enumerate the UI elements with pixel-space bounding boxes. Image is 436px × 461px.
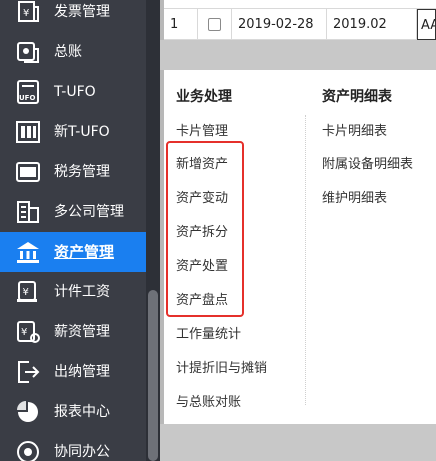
sidebar-item-invoice[interactable]: ¥ 发票管理	[0, 0, 146, 32]
table-row[interactable]: 1 2019-02-28 2019.02 AA	[164, 8, 436, 40]
payroll-icon: ¥	[17, 321, 40, 343]
sidebar-item-t-ufo[interactable]: UFO T-UFO	[0, 72, 146, 112]
collab-icon	[17, 441, 39, 461]
sidebar-item-report-center[interactable]: 报表中心	[0, 392, 146, 432]
new-ufo-icon	[16, 121, 40, 143]
sidebar: ¥ 发票管理 总账 UFO T-UFO 新T-UFO 税务管理 多公司管理 资产…	[0, 0, 160, 461]
tax-icon	[16, 162, 40, 182]
depreciation-amortization-link[interactable]: 计提折旧与摊销	[176, 357, 267, 376]
sidebar-item-multi-company[interactable]: 多公司管理	[0, 192, 146, 232]
ledger-icon	[17, 42, 39, 63]
piecework-icon: ¥	[17, 281, 37, 302]
sidebar-item-label: 薪资管理	[54, 324, 110, 340]
sidebar-item-label: 协同办公	[54, 444, 110, 460]
svg-text:¥: ¥	[23, 8, 29, 19]
sidebar-item-label: 总账	[54, 44, 82, 60]
sidebar-item-ledger[interactable]: 总账	[0, 32, 146, 72]
ledger-reconciliation-link[interactable]: 与总账对账	[176, 391, 241, 410]
sidebar-item-tax[interactable]: 税务管理	[0, 152, 146, 192]
cashier-icon	[18, 361, 40, 383]
sidebar-item-piecework[interactable]: ¥ 计件工资	[0, 272, 146, 312]
sidebar-item-label: 报表中心	[54, 404, 110, 420]
content-frame-band	[160, 40, 436, 70]
maintenance-report-link[interactable]: 维护明细表	[322, 187, 387, 206]
card-detail-report-link[interactable]: 卡片明细表	[322, 120, 387, 139]
sidebar-item-label: 新T-UFO	[54, 124, 110, 140]
multi-company-icon	[17, 201, 39, 223]
sidebar-item-cashier[interactable]: 出纳管理	[0, 352, 146, 392]
business-section-title: 业务处理	[176, 89, 232, 105]
row-period-cell: 2019.02	[327, 9, 417, 40]
svg-text:¥: ¥	[21, 327, 27, 338]
sidebar-item-payroll[interactable]: ¥ 薪资管理	[0, 312, 146, 352]
workload-statistics-link[interactable]: 工作量统计	[176, 323, 241, 342]
content-frame-bottom	[160, 424, 436, 461]
row-extra-cell: AA	[417, 9, 436, 40]
card-management-link[interactable]: 卡片管理	[176, 120, 228, 139]
sidebar-item-label: T-UFO	[54, 84, 96, 100]
report-icon	[17, 401, 38, 422]
details-section-title: 资产明细表	[322, 89, 392, 105]
sidebar-item-label: 税务管理	[54, 164, 110, 180]
sidebar-item-label: 发票管理	[54, 4, 110, 20]
attached-equipment-report-link[interactable]: 附属设备明细表	[322, 153, 413, 172]
row-index-cell: 1	[164, 9, 198, 40]
sidebar-item-label: 出纳管理	[54, 364, 110, 380]
svg-text:¥: ¥	[23, 287, 29, 298]
row-checkbox[interactable]	[208, 18, 221, 31]
sidebar-item-label: 计件工资	[54, 284, 110, 300]
sidebar-scrollbar-thumb[interactable]	[148, 290, 158, 461]
sidebar-item-label: 多公司管理	[54, 204, 124, 220]
column-divider	[305, 115, 306, 405]
ufo-icon: UFO	[17, 80, 39, 104]
sidebar-item-label: 资产管理	[54, 243, 115, 261]
sidebar-item-collab[interactable]: 协同办公	[0, 432, 146, 461]
row-checkbox-cell	[198, 9, 232, 40]
sidebar-item-asset-management[interactable]: 资产管理	[0, 232, 146, 272]
sidebar-item-new-t-ufo[interactable]: 新T-UFO	[0, 112, 146, 152]
invoice-icon: ¥	[18, 1, 39, 22]
table-header-strip	[164, 0, 436, 8]
row-date-cell: 2019-02-28	[232, 9, 327, 40]
bank-icon	[17, 242, 39, 263]
svg-text:UFO: UFO	[19, 94, 35, 102]
highlight-box	[166, 141, 244, 317]
